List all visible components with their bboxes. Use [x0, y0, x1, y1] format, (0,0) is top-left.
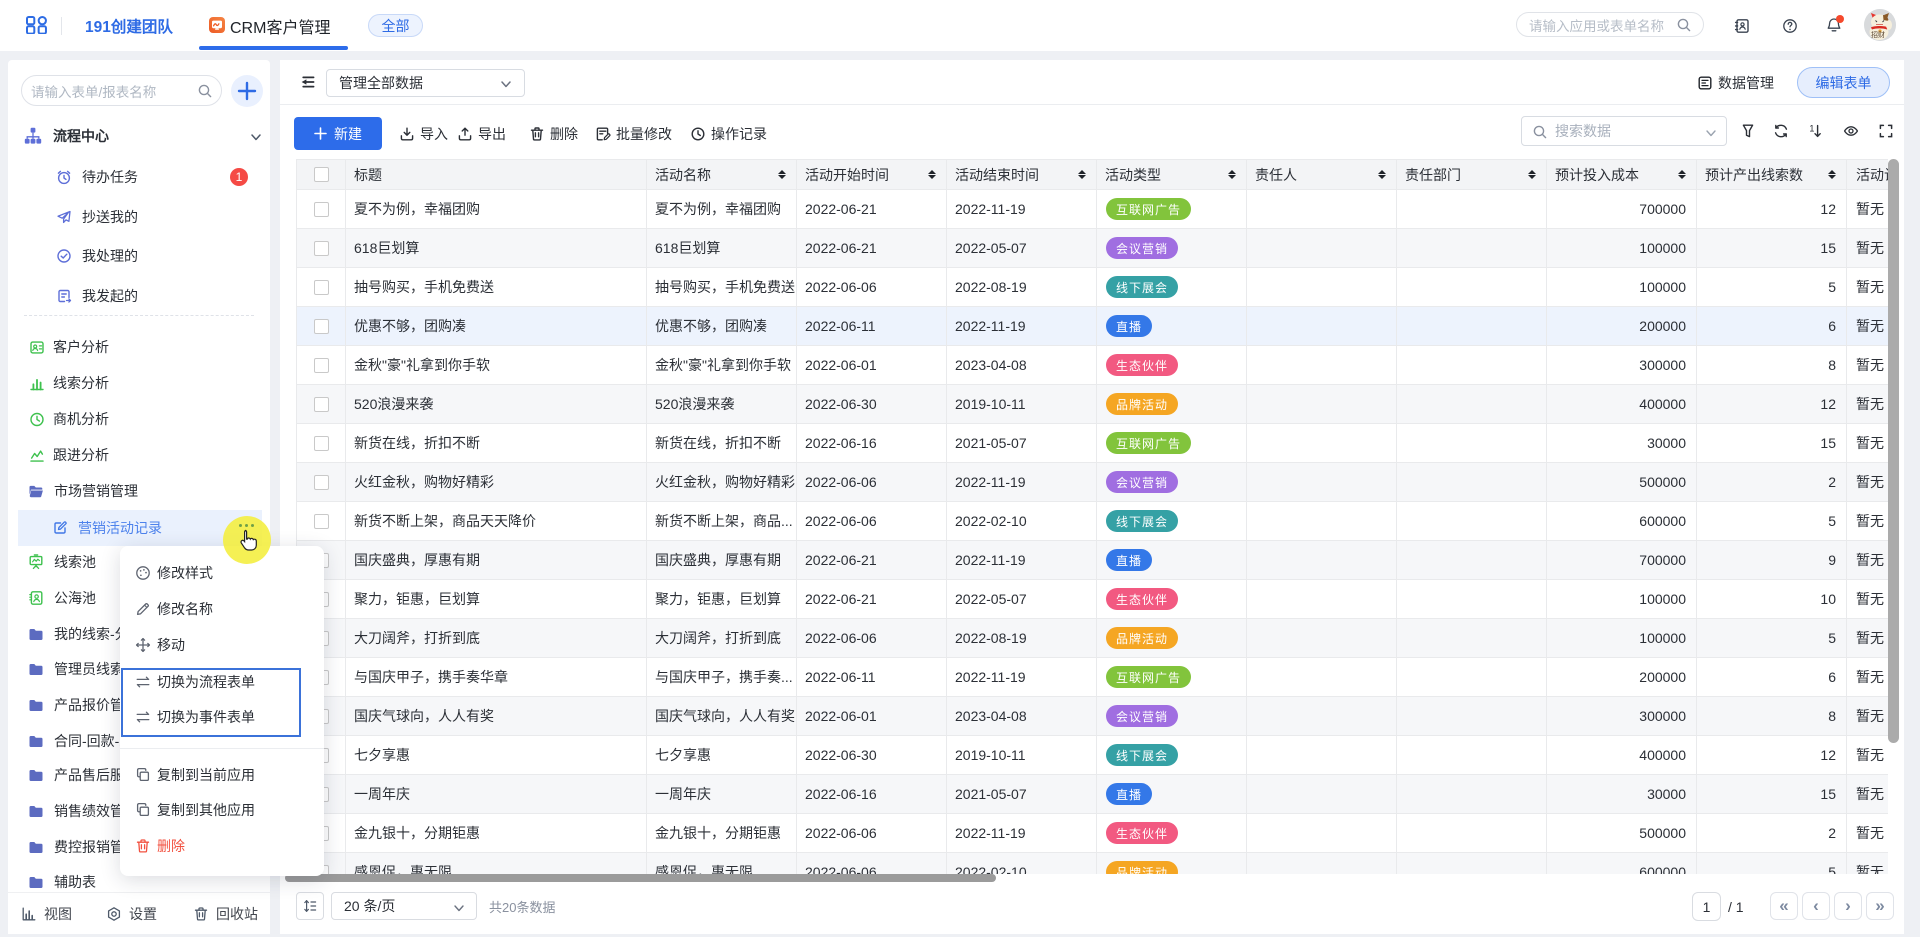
svg-text:招财: 招财 [1871, 30, 1885, 39]
svg-text:1: 1 [1809, 123, 1814, 133]
